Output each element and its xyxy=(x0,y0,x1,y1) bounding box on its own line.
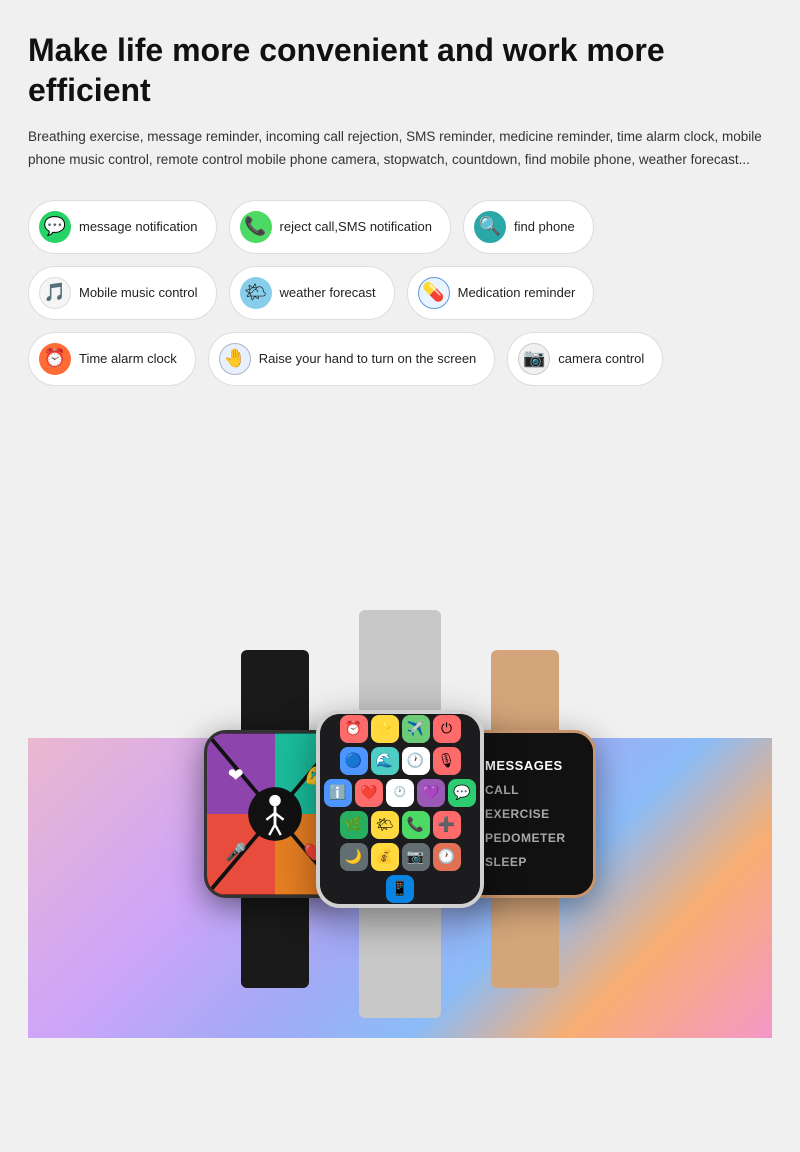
pill-reject-call: 📞 reject call,SMS notification xyxy=(229,200,451,254)
menu-call: CALL xyxy=(485,778,583,802)
pill-alarm: ⏰ Time alarm clock xyxy=(28,332,196,386)
app-icon-11: 🕐 xyxy=(386,779,414,807)
music-icon: 🎵 xyxy=(39,277,71,309)
app-icon-12: 💜 xyxy=(417,779,445,807)
call-icon: 📞 xyxy=(240,211,272,243)
features-grid: 💬 message notification 📞 reject call,SMS… xyxy=(28,200,772,386)
hand-icon: 🤚 xyxy=(219,343,251,375)
app-icon-9: ℹ️ xyxy=(324,779,352,807)
watch-right-band-bottom xyxy=(491,898,559,988)
feature-row-3: ⏰ Time alarm clock 🤚 Raise your hand to … xyxy=(28,332,772,386)
app-icon-7: 🕐 xyxy=(402,747,430,775)
menu-messages: MESSAGES xyxy=(485,753,583,778)
watch-left-band-top xyxy=(241,650,309,730)
app-row-6: 📱 xyxy=(386,875,414,903)
app-icon-1: ⏰ xyxy=(340,715,368,743)
watches-section: ❤ 💪 🎤 ❤️ xyxy=(28,418,772,1038)
pill-label-alarm: Time alarm clock xyxy=(79,351,177,366)
app-icon-20: 📷 xyxy=(402,843,430,871)
feature-row-1: 💬 message notification 📞 reject call,SMS… xyxy=(28,200,772,254)
watches-container: ❤ 💪 🎤 ❤️ xyxy=(30,438,770,1018)
app-icon-2: ⭐ xyxy=(371,715,399,743)
pill-medication: 💊 Medication reminder xyxy=(407,266,595,320)
watch-right-band-top xyxy=(491,650,559,730)
app-icon-15: 🌤 xyxy=(371,811,399,839)
svg-text:❤: ❤ xyxy=(228,765,244,786)
find-icon: 🔍 xyxy=(474,211,506,243)
pill-camera: 📷 camera control xyxy=(507,332,663,386)
pill-label-find: find phone xyxy=(514,219,575,234)
app-icon-5: 🔵 xyxy=(340,747,368,775)
pill-label-medication: Medication reminder xyxy=(458,285,576,300)
pill-label-weather: weather forecast xyxy=(280,285,376,300)
app-icon-17: ➕ xyxy=(433,811,461,839)
pill-label-message: message notification xyxy=(79,219,198,234)
watch-center-screen: ⏰ ⭐ ✈️ ⏻ 🔵 🌊 🕐 🎙 xyxy=(320,714,480,904)
app-icon-16: 📞 xyxy=(402,811,430,839)
app-icon-14: 🌿 xyxy=(340,811,368,839)
app-icon-10: ❤️ xyxy=(355,779,383,807)
app-icon-19: 💰 xyxy=(371,843,399,871)
watch-center: ⏰ ⭐ ✈️ ⏻ 🔵 🌊 🕐 🎙 xyxy=(316,610,484,1018)
watch-center-band-bottom xyxy=(359,908,441,1018)
page-title: Make life more convenient and work more … xyxy=(28,30,772,110)
watch-center-body: ⏰ ⭐ ✈️ ⏻ 🔵 🌊 🕐 🎙 xyxy=(316,610,484,1018)
app-icon-22: 📱 xyxy=(386,875,414,903)
watch-left-band-bottom xyxy=(241,898,309,988)
header-description: Breathing exercise, message reminder, in… xyxy=(28,126,772,172)
svg-text:🎤: 🎤 xyxy=(225,841,246,862)
alarm-icon: ⏰ xyxy=(39,343,71,375)
app-icon-13: 💬 xyxy=(448,779,476,807)
app-icon-6: 🌊 xyxy=(371,747,399,775)
app-icon-18: 🌙 xyxy=(340,843,368,871)
watch-right-crown xyxy=(593,802,596,826)
app-row-2: 🔵 🌊 🕐 🎙 xyxy=(340,747,461,775)
app-icon-4: ⏻ xyxy=(433,715,461,743)
pill-raise-hand: 🤚 Raise your hand to turn on the screen xyxy=(208,332,496,386)
pill-label-call: reject call,SMS notification xyxy=(280,219,432,234)
feature-row-2: 🎵 Mobile music control 🌤 weather forecas… xyxy=(28,266,772,320)
app-row-3: ℹ️ ❤️ 🕐 💜 💬 xyxy=(324,779,476,807)
page-container: Make life more convenient and work more … xyxy=(0,0,800,1038)
medication-icon: 💊 xyxy=(418,277,450,309)
app-icon-8: 🎙 xyxy=(433,747,461,775)
watch-center-crown xyxy=(480,797,484,821)
menu-sleep: SLEEP xyxy=(485,850,583,874)
app-row-5: 🌙 💰 📷 🕐 xyxy=(340,843,461,871)
pill-music: 🎵 Mobile music control xyxy=(28,266,217,320)
menu-pedometer: PEDOMETER xyxy=(485,826,583,850)
app-row-1: ⏰ ⭐ ✈️ ⏻ xyxy=(340,715,461,743)
pill-message-notification: 💬 message notification xyxy=(28,200,217,254)
pill-label-music: Mobile music control xyxy=(79,285,198,300)
app-icon-21: 🕐 xyxy=(433,843,461,871)
watch-center-case: ⏰ ⭐ ✈️ ⏻ 🔵 🌊 🕐 🎙 xyxy=(316,710,484,908)
app-row-4: 🌿 🌤 📞 ➕ xyxy=(340,811,461,839)
pill-find-phone: 🔍 find phone xyxy=(463,200,594,254)
pill-weather: 🌤 weather forecast xyxy=(229,266,395,320)
pill-label-camera: camera control xyxy=(558,351,644,366)
camera-icon: 📷 xyxy=(518,343,550,375)
watch-center-band-top xyxy=(359,610,441,710)
app-icon-3: ✈️ xyxy=(402,715,430,743)
weather-icon: 🌤 xyxy=(240,277,272,309)
pill-label-hand: Raise your hand to turn on the screen xyxy=(259,351,477,366)
menu-exercise: EXERCISE xyxy=(485,802,583,826)
message-icon: 💬 xyxy=(39,211,71,243)
